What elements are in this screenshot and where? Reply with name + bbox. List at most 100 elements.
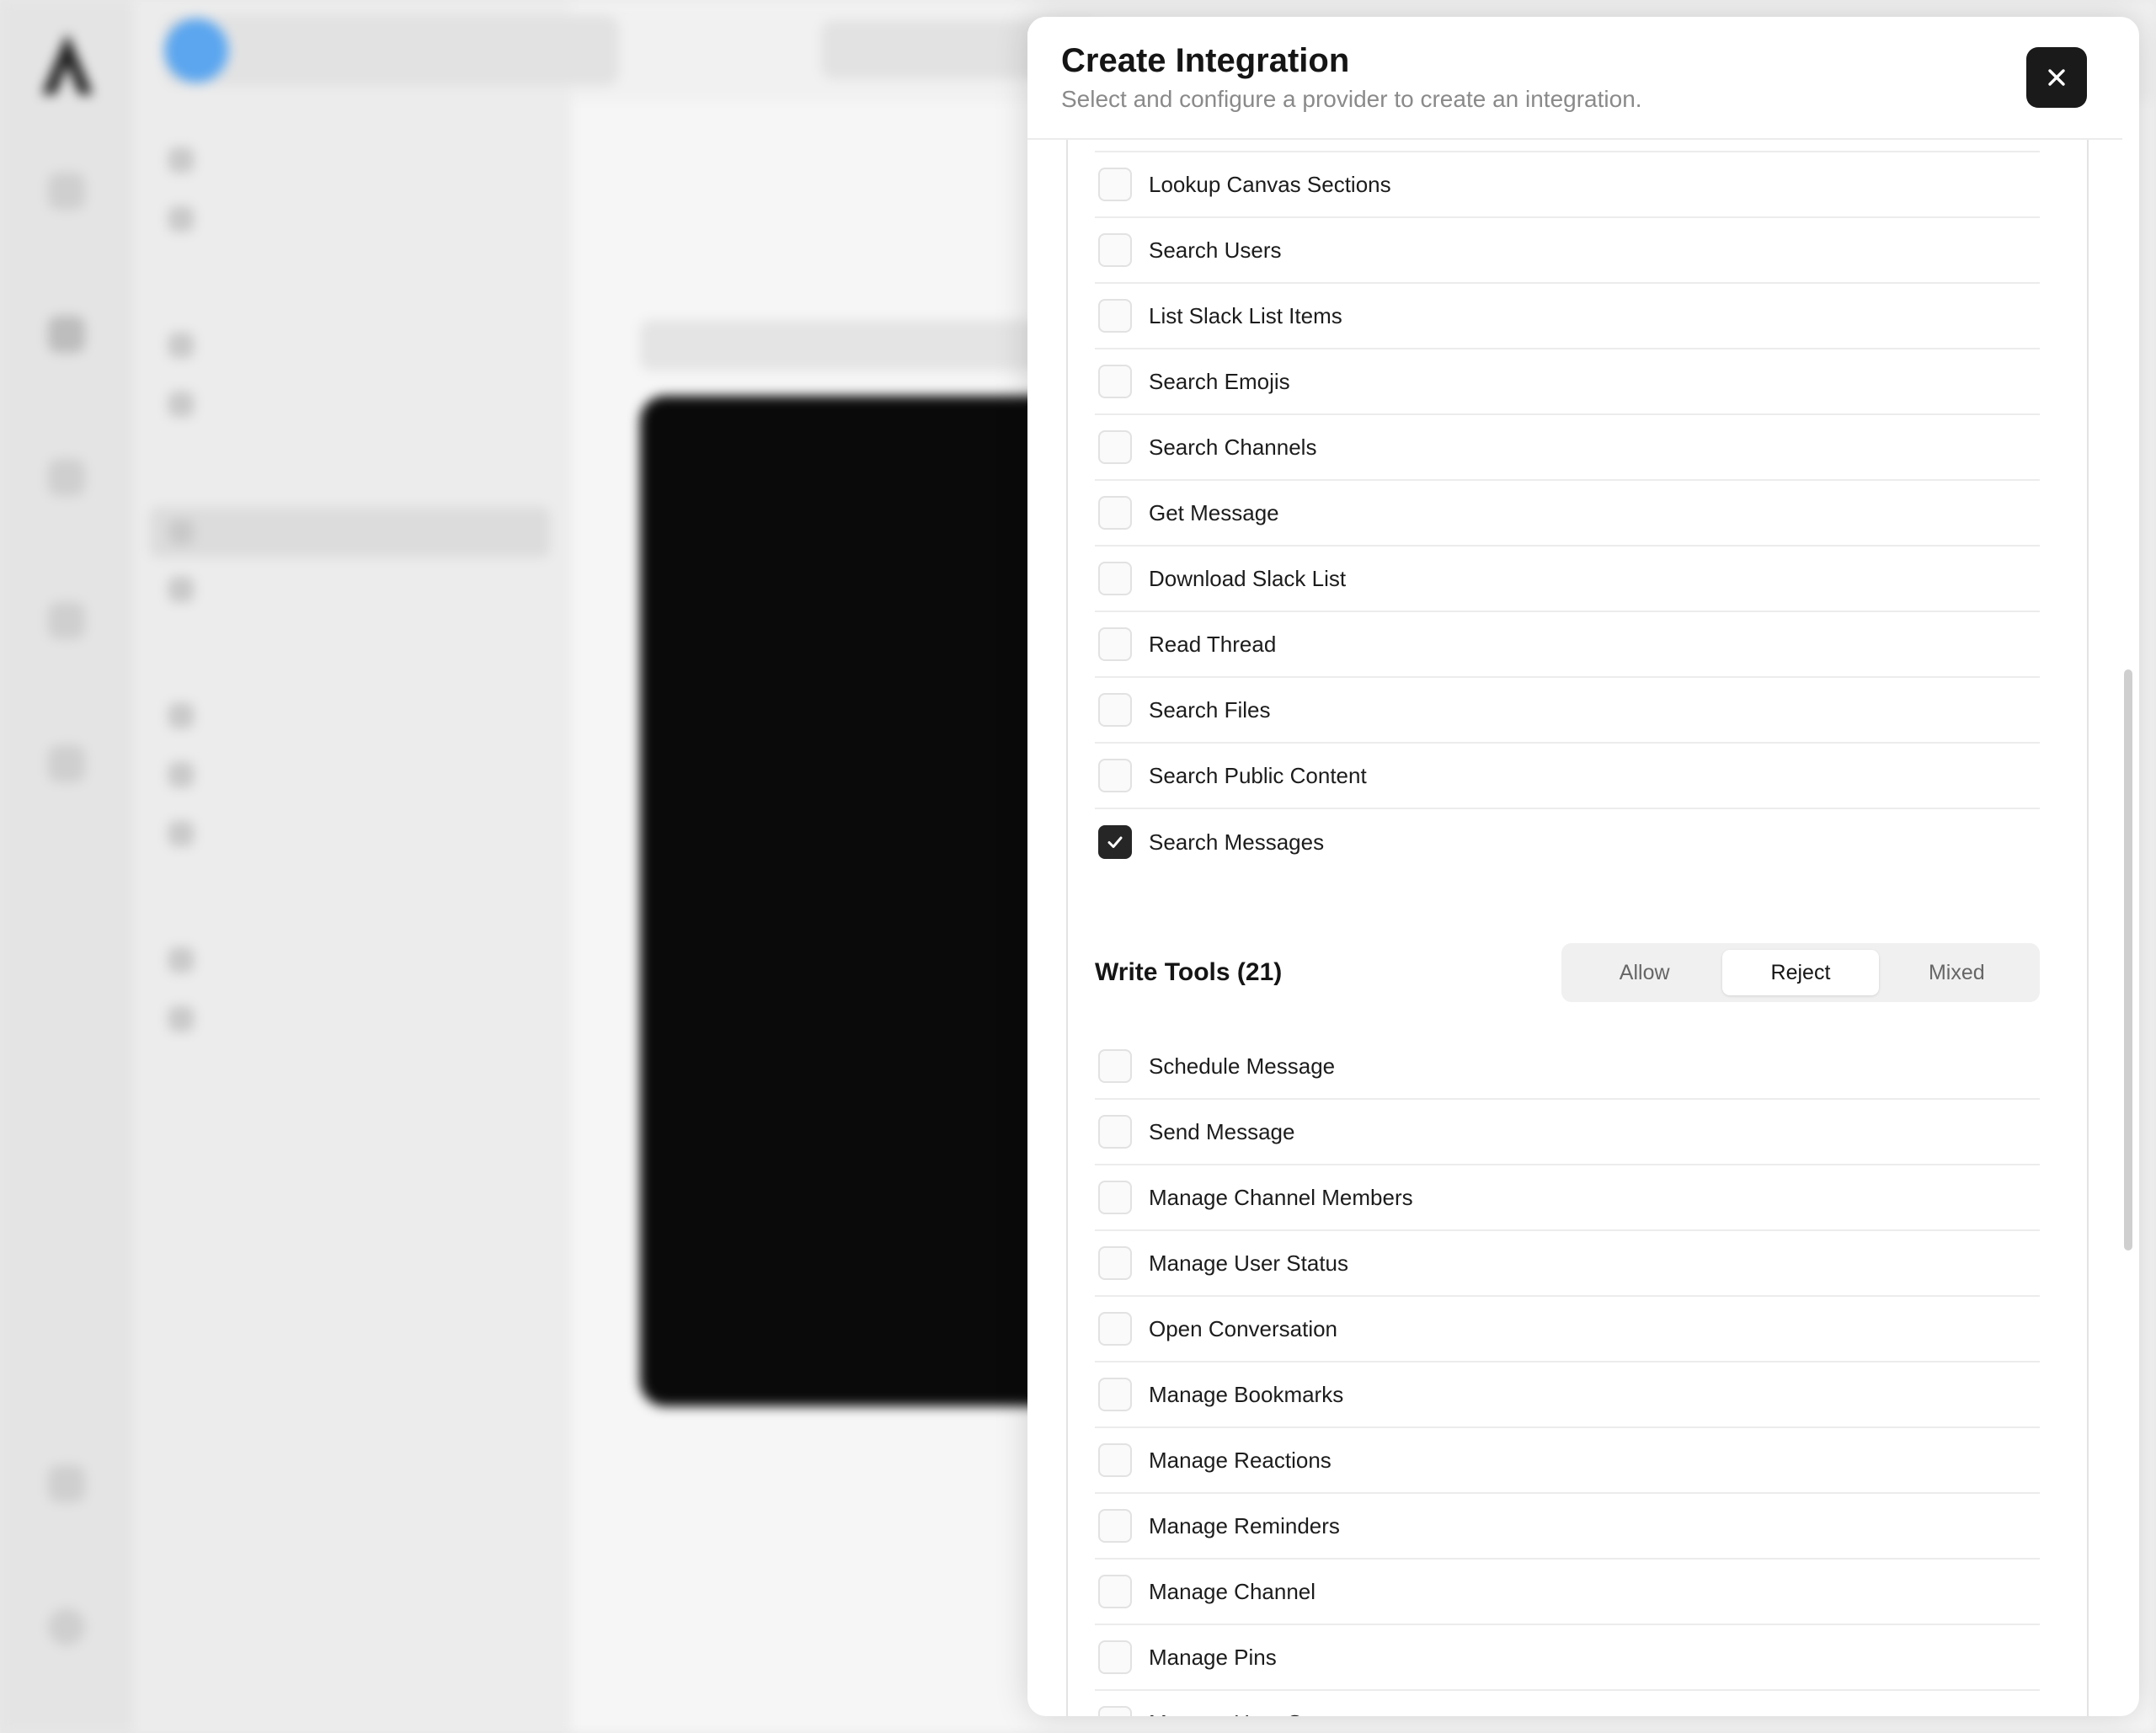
tool-checkbox[interactable] [1098, 1312, 1132, 1346]
tool-label: Download Slack List [1149, 565, 1347, 591]
rail-item [17, 602, 116, 654]
tool-row[interactable]: Manage Channel [1095, 1560, 2040, 1625]
tool-checkbox[interactable] [1098, 1049, 1132, 1083]
tool-checkbox[interactable] [1098, 1115, 1132, 1149]
tool-label: Manage Channel Members [1149, 1184, 1413, 1210]
create-integration-modal: Create Integration Select and configure … [1027, 17, 2139, 1716]
sidebar-item [168, 206, 194, 232]
modal-title: Create Integration [1061, 42, 1350, 79]
modal-body: Search Public and Private Content Lookup … [1027, 140, 2122, 1716]
tool-row[interactable]: Get Message [1095, 481, 2040, 547]
tool-label: Manage Channel [1149, 1578, 1316, 1604]
tool-label: Manage Bookmarks [1149, 1381, 1344, 1407]
tool-label: Manage User Status [1149, 1250, 1349, 1276]
sidebar-item [168, 333, 194, 358]
tool-row[interactable]: Manage Channel Members [1095, 1165, 2040, 1231]
tool-checkbox[interactable] [1098, 233, 1132, 267]
tool-row[interactable]: Manage Reminders [1095, 1494, 2040, 1560]
tool-label: Manage Pins [1149, 1644, 1277, 1670]
tool-row[interactable]: Search Public and Private Content [1095, 140, 2040, 152]
modal-header: Create Integration Select and configure … [1027, 17, 2122, 140]
tool-row[interactable]: Lookup Canvas Sections [1095, 152, 2040, 218]
sidebar-item [168, 147, 194, 173]
tool-checkbox[interactable] [1098, 562, 1132, 595]
sidebar-item [168, 703, 194, 728]
write-tools-title: Write Tools (21) [1095, 958, 1283, 986]
mixed-option[interactable]: Mixed [1879, 950, 2035, 995]
tool-checkbox[interactable] [1098, 693, 1132, 727]
tool-row[interactable]: Manage User Groups [1095, 1691, 2040, 1716]
tool-label: Open Conversation [1149, 1315, 1338, 1341]
tool-row[interactable]: Manage Bookmarks [1095, 1362, 2040, 1428]
tool-row[interactable]: Search Public Content [1095, 744, 2040, 809]
tool-checkbox[interactable] [1098, 1443, 1132, 1477]
sidebar-item [168, 1006, 194, 1032]
app-logo [42, 34, 93, 94]
rail-item [17, 1608, 116, 1661]
tool-checkbox[interactable] [1098, 1246, 1132, 1280]
tool-row[interactable]: Search Files [1095, 678, 2040, 744]
sidebar-item [168, 821, 194, 846]
sidebar-item [168, 392, 194, 417]
integrations-search [640, 320, 1061, 371]
tool-row[interactable]: Manage Pins [1095, 1625, 2040, 1691]
tool-checkbox[interactable] [1098, 1640, 1132, 1674]
tool-checkbox[interactable] [1098, 496, 1132, 530]
tool-label: Search Files [1149, 696, 1271, 723]
tool-row[interactable]: Read Thread [1095, 612, 2040, 678]
tool-checkbox[interactable] [1098, 299, 1132, 333]
tool-checkbox[interactable] [1098, 1575, 1132, 1608]
tool-label: Manage Reactions [1149, 1447, 1331, 1473]
avatar [164, 19, 228, 83]
tool-row[interactable]: Download Slack List [1095, 547, 2040, 612]
tool-checkbox[interactable] [1098, 365, 1132, 398]
scrollbar-thumb[interactable] [2124, 669, 2132, 1250]
tool-checkbox[interactable] [1098, 627, 1132, 661]
tool-label: Read Thread [1149, 631, 1277, 657]
tool-checkbox[interactable] [1098, 1706, 1132, 1716]
sidebar-item [168, 762, 194, 787]
tool-checkbox[interactable] [1098, 430, 1132, 464]
tool-row[interactable]: Schedule Message [1095, 1034, 2040, 1100]
sidebar [133, 0, 571, 1733]
rail-item [17, 1465, 116, 1517]
tool-label: Search Public Content [1149, 762, 1367, 788]
tool-row[interactable]: Search Messages [1095, 809, 2040, 875]
tool-label: Lookup Canvas Sections [1149, 171, 1391, 197]
tool-label: Search Users [1149, 237, 1282, 263]
modal-subtitle: Select and configure a provider to creat… [1061, 86, 1642, 112]
tool-checkbox[interactable] [1098, 825, 1132, 859]
close-button[interactable] [2026, 47, 2087, 108]
rail-item [17, 173, 116, 225]
org-switcher [164, 15, 619, 86]
tool-label: List Slack List Items [1149, 302, 1342, 328]
tool-row[interactable]: Search Emojis [1095, 349, 2040, 415]
tool-label: Get Message [1149, 499, 1279, 525]
tool-row[interactable]: Search Channels [1095, 415, 2040, 481]
tool-checkbox[interactable] [1098, 759, 1132, 792]
tool-row[interactable]: Search Users [1095, 218, 2040, 284]
tool-checkbox[interactable] [1098, 1509, 1132, 1543]
permission-segmented-control: Allow Reject Mixed [1561, 943, 2040, 1002]
rail-item [17, 745, 116, 797]
tool-row[interactable]: Open Conversation [1095, 1297, 2040, 1362]
tool-label: Search Channels [1149, 434, 1317, 460]
tool-label: Send Message [1149, 1118, 1295, 1144]
tool-label: Manage Reminders [1149, 1512, 1340, 1538]
tool-checkbox[interactable] [1098, 1378, 1132, 1411]
sidebar-item [150, 507, 550, 557]
write-tools-header: Write Tools (21) Allow Reject Mixed [1095, 943, 2040, 1002]
tool-row[interactable]: Manage User Status [1095, 1231, 2040, 1297]
rail-item [17, 459, 116, 511]
close-icon [2048, 69, 2065, 86]
reject-option[interactable]: Reject [1722, 950, 1879, 995]
tool-label: Manage User Groups [1149, 1710, 1358, 1717]
tool-row[interactable]: Manage Reactions [1095, 1428, 2040, 1494]
check-icon [1107, 836, 1123, 848]
tool-row[interactable]: List Slack List Items [1095, 284, 2040, 349]
sidebar-item [168, 947, 194, 973]
tool-checkbox[interactable] [1098, 168, 1132, 201]
tool-row[interactable]: Send Message [1095, 1100, 2040, 1165]
tool-checkbox[interactable] [1098, 1181, 1132, 1214]
allow-option[interactable]: Allow [1566, 950, 1722, 995]
